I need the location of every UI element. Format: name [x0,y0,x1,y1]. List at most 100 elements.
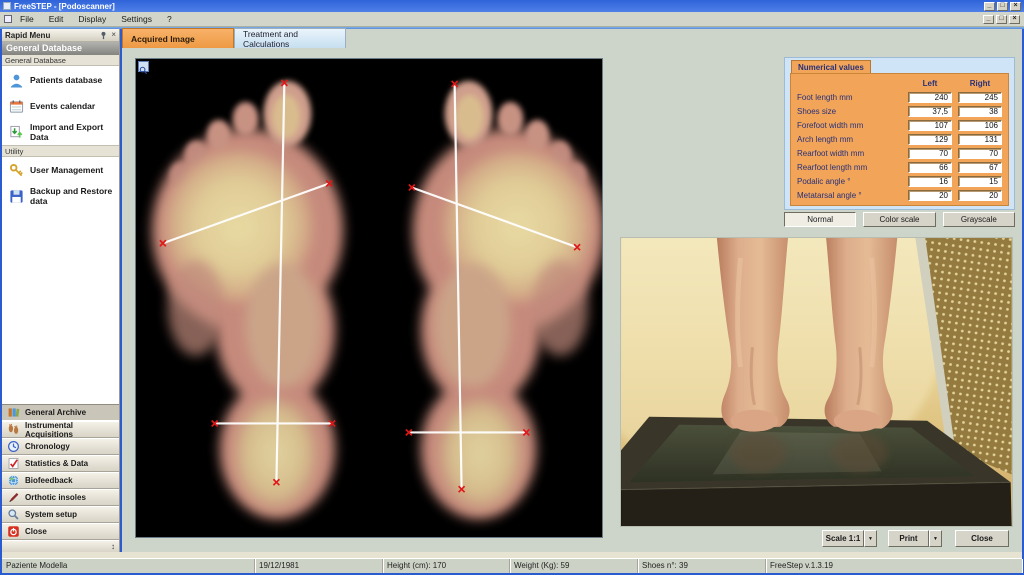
stats-check-icon [7,457,20,470]
menu-file[interactable]: File [18,13,36,25]
title-bar: FreeSTEP - [Podoscanner] _ □ × [0,0,1024,12]
group-label-general-database: General Database [2,55,119,66]
sidebar-item-patients-database[interactable]: Patients database [2,67,119,93]
value-shoes-size-right[interactable]: 38 [958,106,1002,117]
numerical-values-tab[interactable]: Numerical values [791,60,871,73]
table-row: Rearfoot length mm 66 67 [797,160,1002,174]
value-arch-length-left[interactable]: 129 [908,134,952,145]
app-icon [3,2,11,10]
restore-button[interactable]: □ [997,2,1008,11]
value-foot-length-right[interactable]: 245 [958,92,1002,103]
scale-button[interactable]: Scale 1:1 [822,530,864,547]
grayscale-button[interactable]: Grayscale [943,212,1015,227]
pin-icon[interactable] [99,31,108,40]
document-icon [4,15,12,23]
numerical-values-table: Left Right Foot length mm 240 245 Shoes … [790,73,1009,206]
normal-button[interactable]: Normal [784,212,856,227]
sidebar-footer: ↕ [2,540,119,552]
col-header-left: Left [908,79,952,88]
nav-instrumental-acquisitions[interactable]: Instrumental Acquisitions [2,421,119,438]
color-scale-button[interactable]: Color scale [863,212,935,227]
table-row: Podalic angle ° 16 15 [797,174,1002,188]
status-height: Height (cm): 170 [383,559,510,573]
print-dropdown-arrow-icon[interactable]: ▼ [929,530,942,547]
value-rearfoot-length-left[interactable]: 66 [908,162,952,173]
value-forefoot-width-left[interactable]: 107 [908,120,952,131]
window-title: FreeSTEP - [Podoscanner] [14,2,982,11]
clock-icon [7,440,20,453]
print-button[interactable]: Print [888,530,929,547]
col-header-right: Right [958,79,1002,88]
magnifier-icon [7,508,20,521]
value-shoes-size-left[interactable]: 37,5 [908,106,952,117]
value-arch-length-right[interactable]: 131 [958,134,1002,145]
sidebar-item-events-calendar[interactable]: Events calendar [2,93,119,119]
value-podalic-angle-right[interactable]: 15 [958,176,1002,187]
import-export-icon [9,125,24,140]
nav-biofeedback[interactable]: Biofeedback [2,472,119,489]
menu-bar: File Edit Display Settings ? _ □ × [0,12,1024,27]
value-forefoot-width-right[interactable]: 106 [958,120,1002,131]
zoom-tool-icon[interactable] [138,61,149,72]
close-window-button[interactable]: × [1010,2,1021,11]
foot-scan-viewport[interactable] [135,58,603,538]
table-row: Rearfoot width mm 70 70 [797,146,1002,160]
value-rearfoot-length-right[interactable]: 67 [958,162,1002,173]
menu-help[interactable]: ? [165,13,174,25]
scale-dropdown-arrow-icon[interactable]: ▼ [864,530,877,547]
table-row: Forefoot width mm 107 106 [797,118,1002,132]
archive-icon [7,406,20,419]
sidebar-item-user-management[interactable]: User Management [2,157,119,183]
menu-settings[interactable]: Settings [119,13,154,25]
status-birth-date: 19/12/1981 [255,559,383,573]
sidebar-nav: General Archive Instrumental Acquisition… [2,404,119,540]
nav-orthotic-insoles[interactable]: Orthotic insoles [2,489,119,506]
footer-buttons: Scale 1:1 ▼ Print ▼ Close [122,530,1022,547]
nav-system-setup[interactable]: System setup [2,506,119,523]
rapid-menu-sidebar: Rapid Menu × General Database General Da… [2,29,120,552]
table-row: Arch length mm 129 131 [797,132,1002,146]
globe-icon [7,474,20,487]
value-rearfoot-width-right[interactable]: 70 [958,148,1002,159]
status-shoes: Shoes n°: 39 [638,559,766,573]
child-restore-button[interactable]: □ [996,15,1007,24]
patients-icon [9,73,24,88]
group-label-utility: Utility [2,145,119,157]
rapid-menu-title: Rapid Menu [5,31,96,40]
nav-chronology[interactable]: Chronology [2,438,119,455]
tab-bar: Acquired Image Treatment and Calculation… [122,28,346,48]
menu-edit[interactable]: Edit [47,13,66,25]
value-podalic-angle-left[interactable]: 16 [908,176,952,187]
minimize-button[interactable]: _ [984,2,995,11]
table-row: Foot length mm 240 245 [797,90,1002,104]
value-metatarsal-angle-left[interactable]: 20 [908,190,952,201]
value-metatarsal-angle-right[interactable]: 20 [958,190,1002,201]
child-close-button[interactable]: × [1009,15,1020,24]
nav-close[interactable]: Close [2,523,119,540]
table-row: Shoes size 37,5 38 [797,104,1002,118]
status-weight: Weight (Kg): 59 [510,559,638,573]
status-patient: Paziente Modella [2,559,255,573]
nav-statistics-data[interactable]: Statistics & Data [2,455,119,472]
resize-arrows-icon[interactable]: ↕ [111,542,115,551]
sidebar-item-backup-restore[interactable]: Backup and Restore data [2,183,119,209]
numerical-values-panel: Numerical values Left Right Foot length … [784,57,1015,210]
status-bar: Paziente Modella 19/12/1981 Height (cm):… [2,558,1022,573]
pen-icon [7,491,20,504]
table-row: Metatarsal angle ° 20 20 [797,188,1002,202]
close-panel-icon[interactable]: × [111,31,116,39]
nav-general-archive[interactable]: General Archive [2,404,119,421]
value-foot-length-left[interactable]: 240 [908,92,952,103]
foot-scan-image [136,59,602,537]
child-minimize-button[interactable]: _ [983,15,994,24]
tab-treatment-calculations[interactable]: Treatment and Calculations [234,28,346,48]
value-rearfoot-width-left[interactable]: 70 [908,148,952,159]
tab-acquired-image[interactable]: Acquired Image [122,28,234,48]
calendar-icon [9,99,24,114]
menu-display[interactable]: Display [76,13,108,25]
feet-icon [7,423,20,436]
sidebar-section-title: General Database [2,42,119,55]
sidebar-item-import-export[interactable]: Import and Export Data [2,119,119,145]
close-button[interactable]: Close [955,530,1009,547]
power-icon [7,525,20,538]
